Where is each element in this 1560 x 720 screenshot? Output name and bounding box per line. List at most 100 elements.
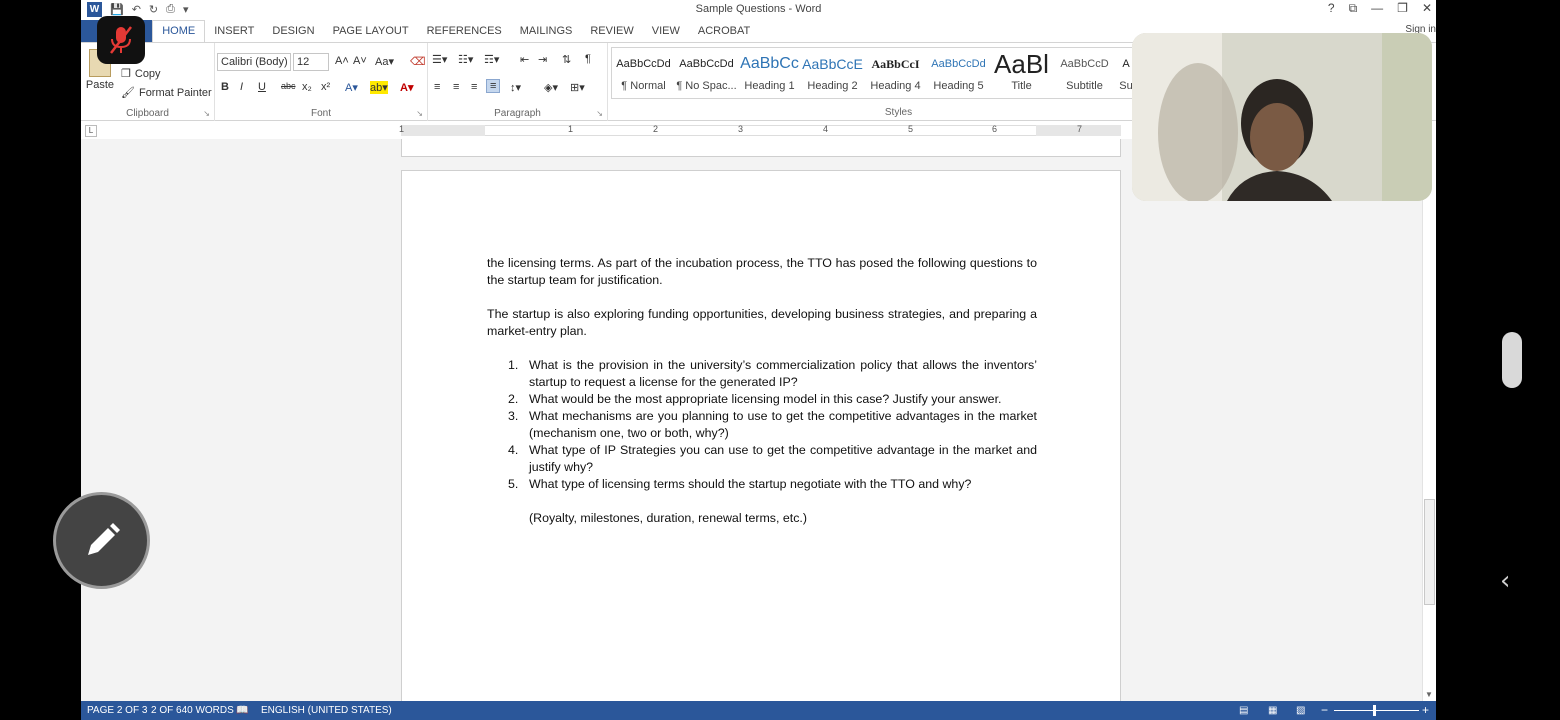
strikethrough-icon[interactable]: abc [281,81,296,91]
font-launcher-icon[interactable]: ↘ [416,109,423,118]
align-center-icon[interactable]: ≡ [453,81,459,93]
horizontal-ruler[interactable]: 1 1 2 3 4 5 6 7 [399,124,1121,136]
align-left-icon[interactable]: ≡ [434,81,440,93]
list-item[interactable]: 2. What would be the most appropriate lic… [487,391,1037,408]
italic-icon[interactable]: I [240,81,243,93]
font-name-select[interactable]: Calibri (Body) [217,53,291,71]
read-mode-icon[interactable]: ▤ [1239,705,1248,716]
bold-icon[interactable]: B [221,81,229,93]
tab-mailings[interactable]: MAILINGS [511,25,582,42]
language-indicator[interactable]: ENGLISH (UNITED STATES) [261,705,392,716]
tab-selector-icon[interactable]: L [85,125,97,137]
text-effects-icon[interactable]: A▾ [345,81,358,94]
style-heading-4[interactable]: AaBbCcI Heading 4 [864,48,927,98]
document-page[interactable]: the licensing terms. As part of the incu… [401,170,1121,701]
restore-icon[interactable]: ❐ [1397,1,1408,16]
sort-icon[interactable]: ⇅ [562,53,571,66]
proofing-icon[interactable]: 📖 [236,705,248,716]
style-heading-5[interactable]: AaBbCcDd Heading 5 [927,48,990,98]
subscript-icon[interactable]: x₂ [302,81,312,93]
tab-insert[interactable]: INSERT [205,25,263,42]
help-icon[interactable]: ? [1328,1,1335,16]
grow-font-icon[interactable]: A˄ [335,55,349,67]
tab-review[interactable]: REVIEW [581,25,642,42]
zoom-out-button[interactable]: − [1321,703,1328,717]
font-color-icon[interactable]: A▾ [400,81,413,94]
list-text: What type of licensing terms should the … [529,477,972,491]
webcam-video-tile[interactable] [1132,33,1432,201]
ruler-number: 3 [738,124,744,134]
list-text: What type of IP Strategies you can use t… [529,443,1037,474]
underline-icon[interactable]: U [258,81,266,93]
questions-list: 1. What is the provision in the universit… [487,357,1037,493]
chevron-left-icon[interactable]: ‹ [1500,566,1510,596]
highlight-icon[interactable]: ab▾ [370,81,388,94]
previous-page [401,139,1121,157]
line-spacing-icon[interactable]: ↕▾ [510,81,521,94]
zoom-slider-thumb[interactable] [1373,705,1376,716]
scrollbar-thumb[interactable] [1424,499,1435,605]
numbering-icon[interactable]: ☷▾ [458,53,473,66]
show-marks-icon[interactable]: ¶ [585,53,591,65]
clipboard-launcher-icon[interactable]: ↘ [203,109,210,118]
change-case-icon[interactable]: Aa▾ [375,55,394,68]
scroll-down-icon[interactable]: ▼ [1425,690,1433,699]
paragraph-2[interactable]: The startup is also exploring funding op… [487,306,1037,340]
web-layout-icon[interactable]: ▧ [1296,705,1305,716]
multilevel-list-icon[interactable]: ☶▾ [484,53,499,66]
minimize-icon[interactable]: — [1371,1,1383,16]
style-more[interactable]: A Su [1116,48,1132,98]
list-item[interactable]: 1. What is the provision in the universit… [487,357,1037,391]
copy-icon: ❐ [121,68,131,80]
increase-indent-icon[interactable]: ⇥ [538,53,547,66]
ruler-number: 5 [908,124,914,134]
print-layout-icon[interactable]: ▦ [1268,705,1277,716]
tab-references[interactable]: REFERENCES [418,25,511,42]
ruler-number: 4 [823,124,829,134]
annotate-pen-button[interactable] [53,492,150,589]
font-size-select[interactable]: 12 [293,53,329,71]
close-icon[interactable]: ✕ [1422,1,1432,16]
page-content[interactable]: the licensing terms. As part of the incu… [487,255,1037,527]
superscript-icon[interactable]: x² [321,81,330,93]
style-sample: AaBbCcDd [616,58,671,70]
style-heading-2[interactable]: AaBbCcE Heading 2 [801,48,864,98]
side-scroll-handle[interactable] [1502,332,1522,388]
list-item[interactable]: 4. What type of IP Strategies you can use… [487,442,1037,476]
borders-icon[interactable]: ⊞▾ [570,81,585,94]
style-normal[interactable]: AaBbCcDd ¶ Normal [612,48,675,98]
shrink-font-icon[interactable]: A˅ [353,55,367,67]
window-title: Sample Questions - Word [695,3,822,15]
muted-microphone-button[interactable] [97,16,145,64]
list-item[interactable]: 3. What mechanisms are you planning to us… [487,408,1037,442]
clear-formatting-icon[interactable]: ⌫ [410,55,426,68]
align-right-icon[interactable]: ≡ [471,81,477,93]
style-title[interactable]: AaBl Title [990,48,1053,98]
style-subtitle[interactable]: AaBbCcD Subtitle [1053,48,1116,98]
tab-page-layout[interactable]: PAGE LAYOUT [324,25,418,42]
ribbon-display-icon[interactable]: ⧉ [1349,1,1358,16]
copy-button[interactable]: ❐ Copy [121,67,161,81]
style-sample: AaBbCcDd [679,58,734,70]
zoom-slider-track[interactable] [1334,710,1419,711]
ruler-number: 1 [568,124,574,134]
tab-view[interactable]: VIEW [643,25,689,42]
zoom-in-button[interactable]: + [1422,703,1429,717]
tab-acrobat[interactable]: ACROBAT [689,25,759,42]
bullets-icon[interactable]: ☰▾ [432,53,447,66]
justify-icon[interactable]: ≡ [486,79,501,93]
terms-note[interactable]: (Royalty, milestones, duration, renewal … [487,510,1037,527]
shading-icon[interactable]: ◈▾ [544,81,558,94]
paragraph-1[interactable]: the licensing terms. As part of the incu… [487,255,1037,289]
page-count[interactable]: PAGE 2 OF 3 [87,705,147,716]
format-painter-button[interactable]: 🖌 Format Painter [121,86,212,100]
style-no-spacing[interactable]: AaBbCcDd ¶ No Spac... [675,48,738,98]
tab-home[interactable]: HOME [152,20,206,42]
word-count[interactable]: 2 OF 640 WORDS [151,705,234,716]
style-heading-1[interactable]: AaBbCc Heading 1 [738,48,801,98]
vertical-scrollbar[interactable]: ▼ [1422,139,1436,701]
paragraph-launcher-icon[interactable]: ↘ [596,109,603,118]
decrease-indent-icon[interactable]: ⇤ [520,53,529,66]
list-item[interactable]: 5. What type of licensing terms should t… [487,476,1037,493]
tab-design[interactable]: DESIGN [263,25,323,42]
